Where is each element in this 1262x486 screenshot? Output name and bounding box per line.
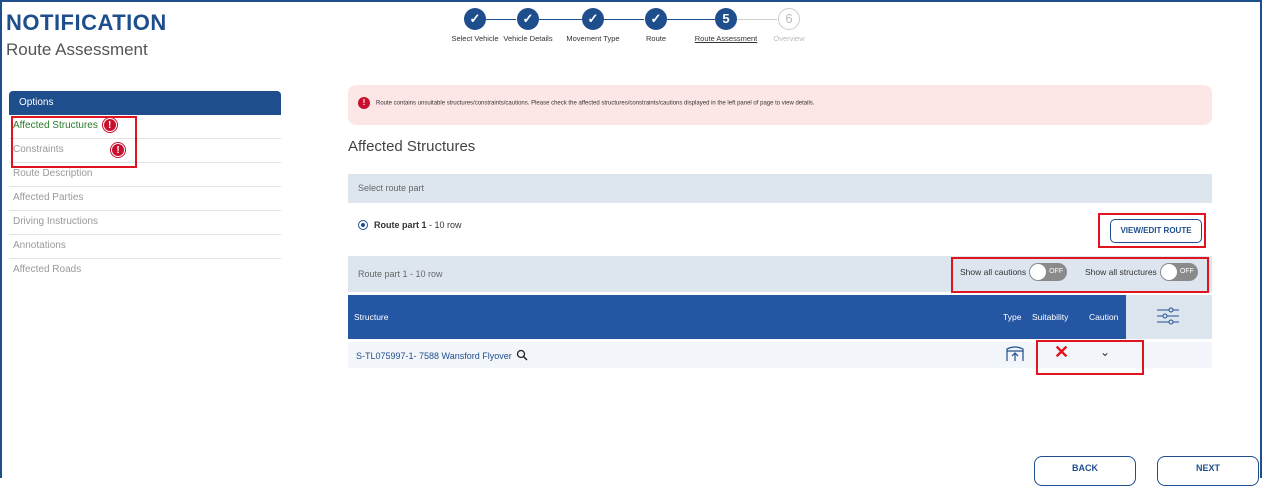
sidebar-item-annotations[interactable]: Annotations [9,235,281,259]
sidebar-item-affected-roads[interactable]: Affected Roads [9,259,281,283]
route-option-rest: - 10 row [426,220,462,230]
highlight-box [1098,213,1206,248]
check-icon: ✓ [645,8,667,30]
check-icon: ✓ [517,8,539,30]
sidebar-item-affected-parties[interactable]: Affected Parties [9,187,281,211]
sidebar-item-label: Annotations [13,240,66,251]
filter-settings-icon[interactable] [1156,307,1180,325]
alert-text: Route contains unsuitable structures/con… [376,100,815,107]
search-icon[interactable] [516,349,528,361]
section-title: Affected Structures [348,138,476,155]
page-subtitle: Route Assessment [6,40,148,59]
step-number: 5 [715,8,737,30]
bridge-structure-icon [1006,346,1024,361]
table-header: Structure Type Suitability Caution [348,295,1126,339]
structure-name: S-TL075997-1- 7588 Wansford Flyover [356,351,512,361]
column-header: Structure [354,312,389,322]
highlight-box [1036,340,1144,375]
next-button[interactable]: NEXT [1157,456,1259,486]
structure-link[interactable]: S-TL075997-1- 7588 Wansford Flyover [356,349,528,361]
progress-stepper: ✓ Select Vehicle ✓ Vehicle Details ✓ Mov… [430,8,850,48]
sidebar-item-label: Affected Parties [13,192,84,203]
route-option-bold: Route part 1 [374,220,427,230]
column-header: Type [1003,312,1022,322]
column-header: Caution [1089,312,1119,322]
step-overview: 6 Overview [744,8,834,43]
check-icon: ✓ [582,8,604,30]
select-route-bar: Select route part [348,174,1212,203]
route-option-label: Route part 1 - 10 row [374,220,462,230]
alert-banner: ! Route contains unsuitable structures/co… [348,85,1212,125]
column-header: Suitability [1032,312,1069,322]
sidebar-item-label: Driving Instructions [13,216,99,227]
back-button[interactable]: BACK [1034,456,1136,486]
radio-selected[interactable] [358,220,368,230]
sidebar-item-label: Route Description [13,168,93,179]
highlight-box [11,116,137,168]
step-number: 6 [778,8,800,30]
step-label: Overview [773,34,805,43]
sidebar-item-driving-instructions[interactable]: Driving Instructions [9,211,281,235]
highlight-box [951,257,1209,293]
sidebar-item-label: Affected Roads [13,264,82,275]
route-part-option[interactable]: Route part 1 - 10 row [358,220,462,230]
sidebar-heading: Options [9,91,281,115]
alert-icon: ! [358,97,370,109]
page-title: NOTIFICATION [6,10,167,35]
